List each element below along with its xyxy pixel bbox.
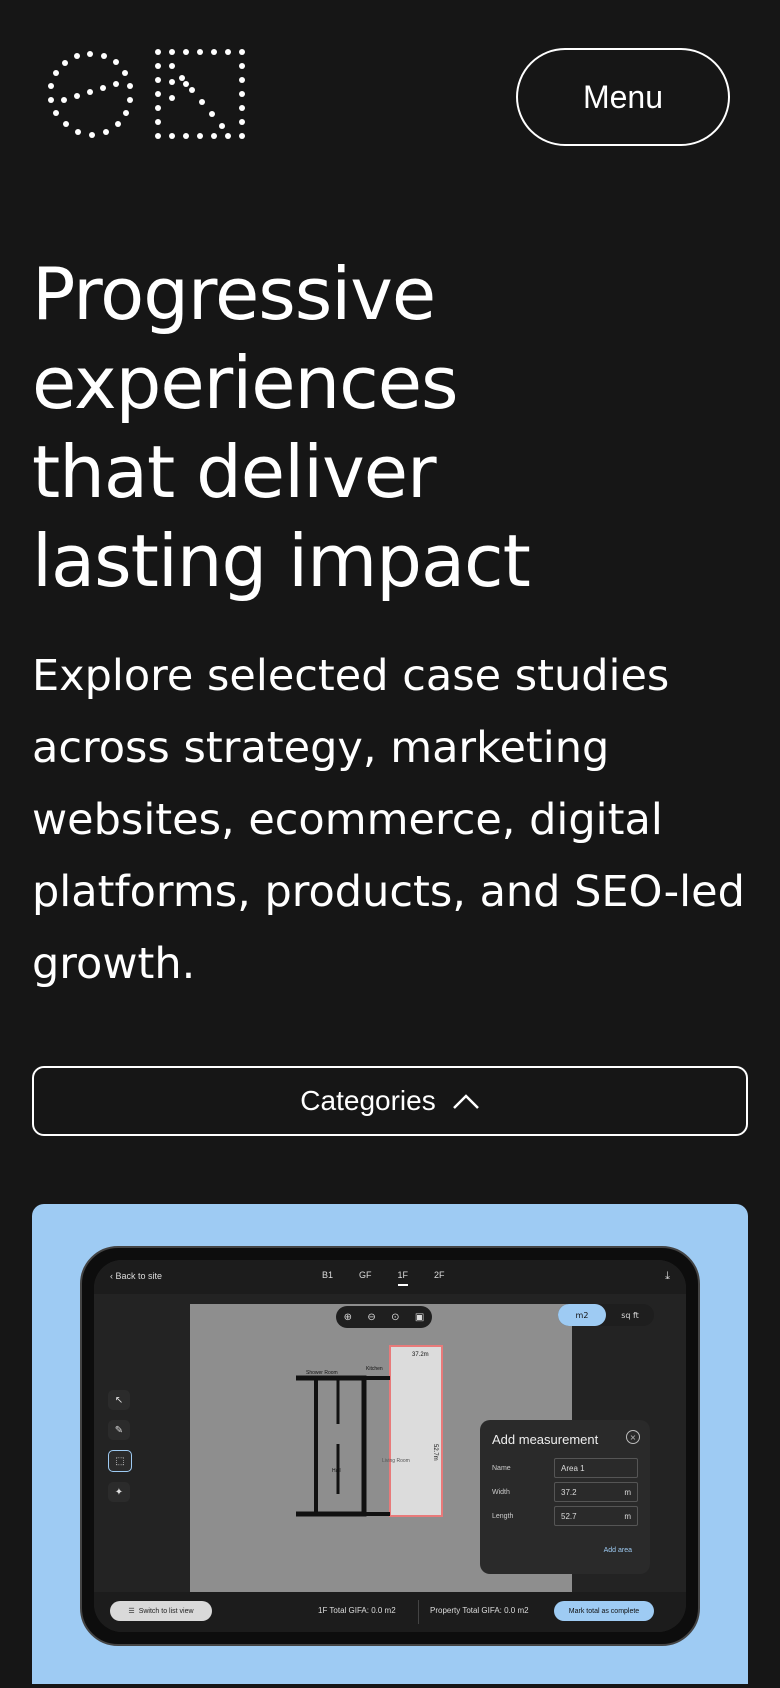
menu-button[interactable]: Menu [516, 48, 730, 146]
app-topbar: ‹ Back to site B1 GF 1F 2F ⤓ [94, 1260, 686, 1294]
room-label: Shower Room [306, 1370, 338, 1376]
image-icon[interactable]: ▣ [415, 1312, 424, 1323]
field-label: Name [492, 1464, 511, 1472]
categories-button[interactable]: Categories [32, 1066, 748, 1136]
unit-toggle: m2 sq ft [558, 1304, 654, 1326]
tab-b1[interactable]: B1 [322, 1270, 333, 1286]
tablet-mockup: ‹ Back to site B1 GF 1F 2F ⤓ ⊕ ⊖ ⊙ ▣ 37.… [80, 1246, 700, 1646]
hero-title-line: that deliver [32, 430, 437, 514]
back-link[interactable]: ‹ Back to site [110, 1271, 162, 1281]
field-row: Name Area 1 [492, 1458, 638, 1478]
zoom-in-icon[interactable]: ⊕ [344, 1312, 352, 1323]
room-label: Living Room [382, 1458, 410, 1464]
case-study-card[interactable]: ‹ Back to site B1 GF 1F 2F ⤓ ⊕ ⊖ ⊙ ▣ 37.… [32, 1204, 748, 1684]
unit-option-m2[interactable]: m2 [558, 1304, 606, 1326]
field-label: Length [492, 1512, 514, 1520]
chevron-up-icon [452, 1094, 479, 1109]
dimension-top: 37.2m [412, 1352, 429, 1358]
width-field[interactable]: 37.2 m [554, 1482, 638, 1502]
zoom-reset-icon[interactable]: ⊙ [391, 1312, 399, 1323]
field-row: Length 52.7 m [492, 1506, 638, 1526]
divider [418, 1600, 419, 1624]
field-value: 52.7 [561, 1511, 577, 1521]
select-area-icon[interactable]: ⬚ [108, 1450, 132, 1472]
list-icon: ☰ [128, 1608, 135, 1615]
unit-option-sqft[interactable]: sq ft [606, 1304, 654, 1326]
panel-title: Add measurement [492, 1432, 599, 1447]
mark-complete-button[interactable]: Mark total as complete [554, 1601, 654, 1621]
dotted-logo-icon[interactable] [46, 46, 258, 146]
field-value: Area 1 [561, 1463, 585, 1473]
add-measurement-panel: Add measurement × Name Area 1 Width 37.2… [480, 1420, 650, 1574]
room-label: Kitchen [366, 1366, 383, 1372]
magic-wand-icon[interactable]: ✦ [108, 1482, 130, 1502]
floorplan-drawing: 37.2m 52.7m Shower Room Kitchen Hall Liv… [296, 1345, 443, 1517]
download-icon[interactable]: ⤓ [665, 1269, 670, 1283]
field-label: Width [492, 1488, 510, 1496]
pointer-icon[interactable]: ↖ [108, 1390, 130, 1410]
tab-2f[interactable]: 2F [434, 1270, 445, 1286]
site-header: Menu [0, 0, 780, 190]
tab-gf[interactable]: GF [359, 1270, 372, 1286]
room-label: Hall [332, 1468, 341, 1474]
hero-title: Progressive experiences that deliver las… [32, 250, 732, 606]
field-row: Width 37.2 m [492, 1482, 638, 1502]
zoom-out-icon[interactable]: ⊖ [367, 1312, 375, 1323]
dimension-side: 52.7m [432, 1444, 438, 1461]
field-unit: m [624, 1511, 631, 1521]
hero-title-line: Progressive [32, 252, 436, 336]
property-total: Property Total GIFA: 0.0 m2 [430, 1606, 529, 1615]
chevron-left-icon: ‹ [110, 1271, 113, 1281]
floor-tabs: B1 GF 1F 2F [322, 1270, 445, 1286]
app-bottombar: ☰ Switch to list view 1F Total GIFA: 0.0… [94, 1592, 686, 1632]
length-field[interactable]: 52.7 m [554, 1506, 638, 1526]
hero-title-line: lasting impact [32, 519, 531, 603]
close-icon[interactable]: × [626, 1430, 640, 1444]
field-value: 37.2 [561, 1487, 577, 1497]
hero-intro: Explore selected case studies across str… [32, 651, 745, 989]
floor-total: 1F Total GIFA: 0.0 m2 [318, 1606, 396, 1615]
field-unit: m [624, 1487, 631, 1497]
zoom-toolbar: ⊕ ⊖ ⊙ ▣ [336, 1306, 432, 1328]
hero-title-line: experiences [32, 341, 459, 425]
name-field[interactable]: Area 1 [554, 1458, 638, 1478]
add-area-button[interactable]: Add area [604, 1547, 632, 1554]
back-label: Back to site [115, 1271, 163, 1281]
list-view-button[interactable]: ☰ Switch to list view [110, 1601, 212, 1621]
pencil-icon[interactable]: ✎ [108, 1420, 130, 1440]
app-screen: ‹ Back to site B1 GF 1F 2F ⤓ ⊕ ⊖ ⊙ ▣ 37.… [94, 1260, 686, 1632]
list-view-label: Switch to list view [138, 1607, 194, 1615]
tab-1f[interactable]: 1F [397, 1270, 409, 1286]
tool-palette: ↖ ✎ ⬚ ✦ [108, 1390, 132, 1502]
categories-label: Categories [300, 1085, 436, 1116]
